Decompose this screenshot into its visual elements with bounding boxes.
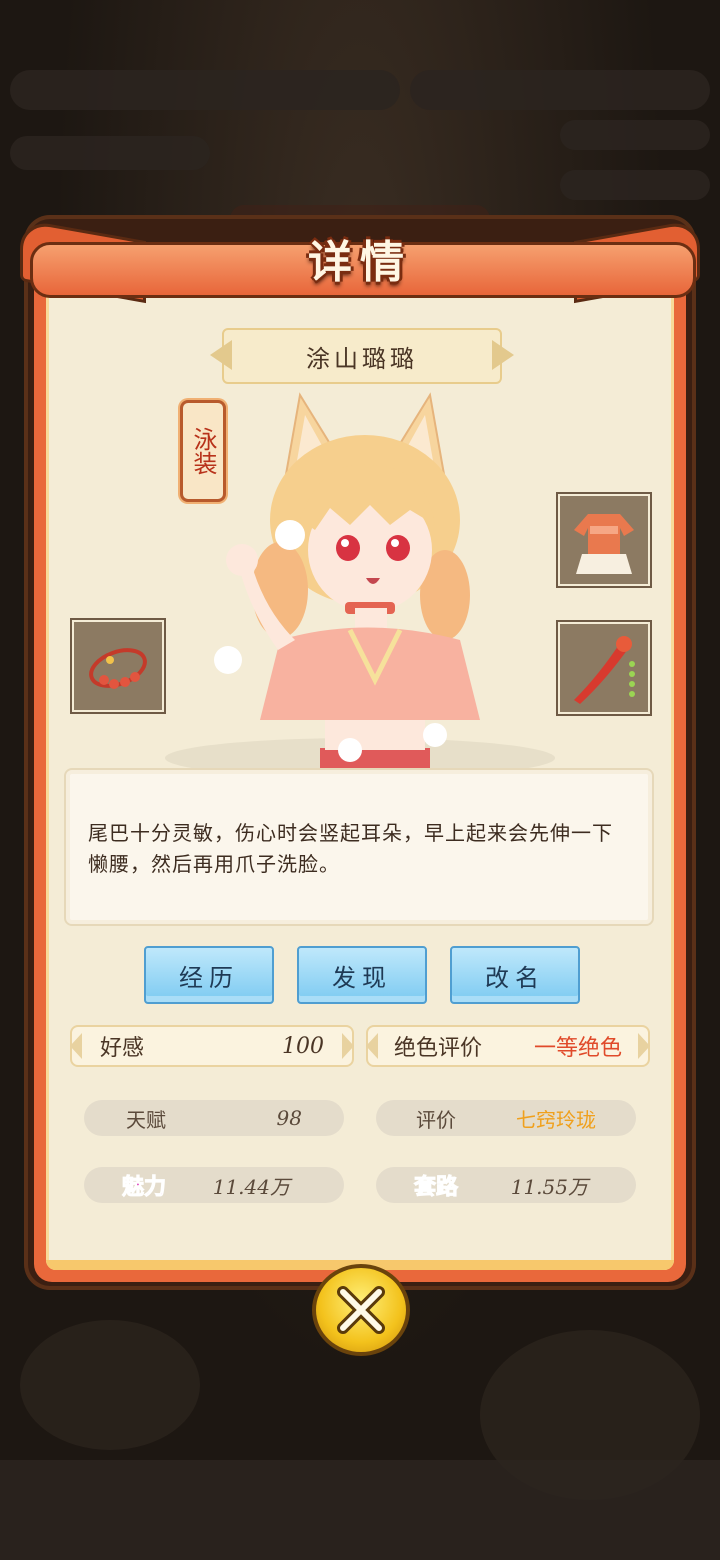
history-button[interactable]: 经历 xyxy=(144,946,274,1004)
discover-button-label: 发现 xyxy=(332,963,392,992)
favor-stat: 好感 100 xyxy=(70,1025,354,1067)
beauty-grade-value: 一等绝色 xyxy=(533,1036,622,1061)
talent-value: 98 xyxy=(276,1106,302,1130)
accessory-slot-hairpin[interactable] xyxy=(558,622,650,714)
character-portrait xyxy=(214,392,480,772)
talent-label: 天赋 xyxy=(126,1107,166,1132)
trick-badge-icon: 套路 xyxy=(413,1175,459,1201)
favor-value: 100 xyxy=(282,1033,324,1059)
beauty-grade-label: 绝色评价 xyxy=(394,1036,483,1061)
beauty-grade-stat: 绝色评价 一等绝色 xyxy=(366,1025,650,1067)
talent-stat: 天赋 98 xyxy=(84,1100,344,1136)
charm-badge-icon: 魅力 xyxy=(121,1175,167,1201)
character-description: 尾巴十分灵敏，伤心时会竖起耳朵，早上起来会先伸一下懒腰，然后再用爪子洗脸。 xyxy=(64,768,654,926)
charm-value: 11.44万 xyxy=(212,1174,290,1199)
popup-title: 详情 xyxy=(308,237,412,288)
trick-value: 11.55万 xyxy=(510,1174,588,1199)
rating-stat: 评价 七窍玲珑 xyxy=(376,1100,636,1136)
close-x-icon xyxy=(337,1286,385,1334)
rename-button[interactable]: 改名 xyxy=(450,946,580,1004)
accessory-slot-dress[interactable] xyxy=(558,494,650,586)
character-name: 涂山璐璐 xyxy=(306,344,418,373)
rating-value: 七窍玲珑 xyxy=(516,1107,596,1132)
rename-button-label: 改名 xyxy=(485,963,545,992)
trick-stat: 套路 11.55万 xyxy=(376,1167,636,1203)
hairpin-icon xyxy=(574,636,635,704)
close-button[interactable] xyxy=(312,1264,410,1356)
description-text: 尾巴十分灵敏，伤心时会竖起耳朵，早上起来会先伸一下懒腰，然后再用爪子洗脸。 xyxy=(88,821,613,876)
dress-icon xyxy=(574,514,634,574)
bracelet-icon xyxy=(89,648,147,689)
history-button-label: 经历 xyxy=(179,963,239,992)
charm-stat: 魅力 11.44万 xyxy=(84,1167,344,1203)
accessory-slot-bracelet[interactable] xyxy=(72,620,164,712)
discover-button[interactable]: 发现 xyxy=(297,946,427,1004)
favor-label: 好感 xyxy=(100,1036,145,1061)
character-name-plate: 涂山璐璐 xyxy=(222,328,502,384)
rating-label: 评价 xyxy=(416,1107,456,1132)
